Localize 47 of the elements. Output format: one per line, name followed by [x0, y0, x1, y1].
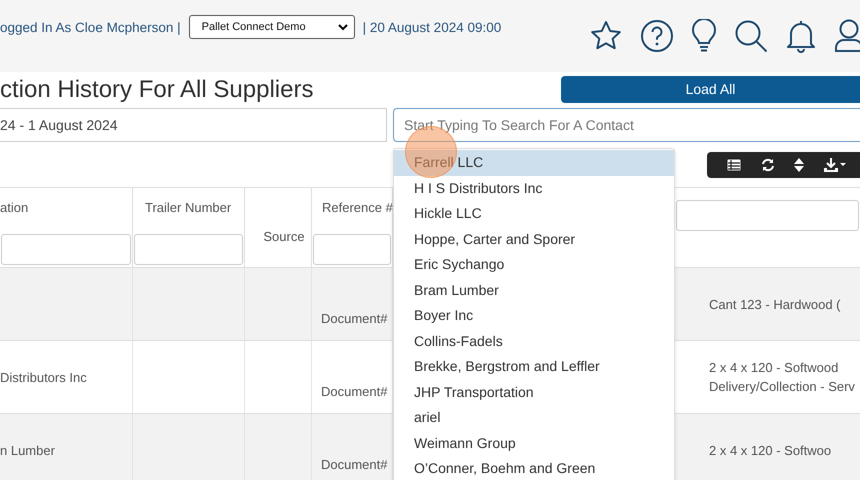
- date-range-field[interactable]: 24 - 1 August 2024: [0, 108, 387, 142]
- table-cell: Document#: [321, 384, 388, 399]
- column-header: Source: [262, 229, 305, 244]
- column-filter-field[interactable]: [676, 200, 859, 231]
- contact-suggestion[interactable]: JHP Transportation: [394, 380, 674, 405]
- contact-suggestion[interactable]: Hoppe, Carter and Sporer: [394, 226, 674, 252]
- table-cell: 2 x 4 x 120 - Softwoo: [709, 442, 832, 458]
- table-cell: Cant 123 - Hardwood (: [709, 296, 841, 312]
- column-filter-field[interactable]: [1, 234, 131, 265]
- bell-icon[interactable]: [785, 19, 817, 53]
- logged-in-user-text: ogged In As Cloe Mcpherson |: [0, 20, 181, 34]
- help-icon[interactable]: [640, 19, 674, 53]
- contact-suggestion[interactable]: Hickle LLC: [394, 201, 674, 226]
- contact-suggestion[interactable]: ariel: [394, 405, 674, 430]
- load-all-button[interactable]: Load All: [561, 76, 860, 102]
- contact-suggestion[interactable]: Brekke, Bergstrom and Leffler: [394, 354, 674, 380]
- contact-suggestion[interactable]: Collins-Fadels: [394, 328, 674, 354]
- column-filter-field[interactable]: [134, 234, 243, 265]
- contact-suggestion[interactable]: Farrell LLC: [394, 150, 674, 176]
- column-header: Reference #: [321, 200, 392, 215]
- table-cell-text: 2 x 4 x 120 - Softwood: [709, 360, 840, 375]
- date-time-text: | 20 August 2024 09:00: [362, 20, 502, 34]
- lightbulb-icon[interactable]: [691, 19, 717, 53]
- search-icon[interactable]: [734, 19, 768, 53]
- sort-icon[interactable]: [794, 158, 804, 172]
- table-cell: Document#: [321, 311, 388, 326]
- contact-search-field[interactable]: Start Typing To Search For A Contact: [393, 108, 860, 142]
- table-cell: Distributors Inc: [0, 370, 87, 384]
- refresh-icon[interactable]: [760, 158, 775, 172]
- contact-suggestion[interactable]: H I S Distributors Inc: [394, 176, 674, 201]
- contact-suggestion[interactable]: Eric Sychango: [394, 252, 674, 278]
- chevron-icon: [338, 23, 348, 31]
- contact-suggestion[interactable]: O’Conner, Boehm and Green: [394, 456, 674, 480]
- table-cell: Document#: [321, 457, 388, 472]
- download-icon[interactable]: [824, 158, 846, 172]
- company-select[interactable]: Pallet Connect Demo: [188, 15, 355, 39]
- column-filter-field[interactable]: [313, 234, 391, 265]
- table-cell: Delivery/Collection - Serv: [709, 379, 855, 394]
- column-header: ation: [0, 200, 30, 215]
- user-icon[interactable]: [834, 19, 860, 53]
- column-header: Trailer Number: [144, 200, 232, 215]
- contact-suggestion[interactable]: Bram Lumber: [394, 278, 674, 303]
- page-title: ction History For All Suppliers: [0, 76, 314, 104]
- contact-suggestion[interactable]: Boyer Inc: [394, 303, 674, 328]
- contact-suggestion[interactable]: Weimann Group: [394, 430, 674, 456]
- table-cell: n Lumber: [0, 442, 55, 458]
- table-icon[interactable]: [726, 158, 741, 170]
